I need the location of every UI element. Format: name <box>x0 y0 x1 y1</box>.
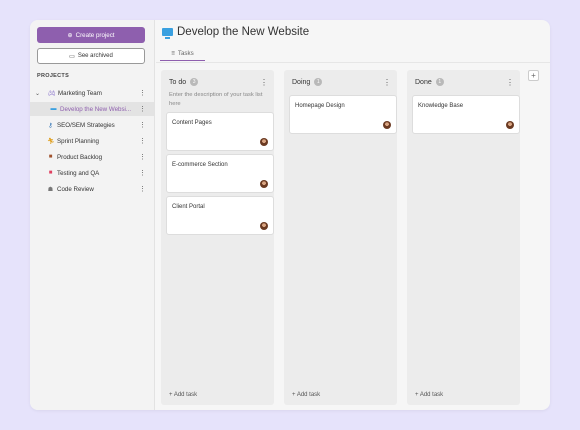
sidebar-item-marketing-team[interactable]: ⌄ 🎮︎ Marketing Team ⋮ <box>30 86 154 100</box>
sidebar-item-label: SEO/SEM Strategies <box>57 121 115 129</box>
robot-icon: ☗ <box>47 186 54 193</box>
kebab-menu-icon[interactable]: ⋮ <box>139 185 146 193</box>
monitor-icon <box>162 28 173 39</box>
sidebar-item-label: Marketing Team <box>58 89 102 97</box>
task-title: E-commerce Section <box>172 162 228 168</box>
kebab-menu-icon[interactable]: ⋮ <box>139 169 146 177</box>
avatar <box>383 121 391 129</box>
column-header: To do 3 <box>169 78 199 86</box>
avatar <box>260 180 268 188</box>
badge-icon: ■ <box>48 170 53 176</box>
kebab-menu-icon[interactable]: ⋮ <box>139 105 146 113</box>
column-header: Doing 1 <box>292 78 323 86</box>
column-header: Done 1 <box>415 78 444 86</box>
sidebar-item-label: Product Backlog <box>57 153 103 161</box>
runner-icon: 🏃︎ <box>47 138 55 145</box>
column-title: To do <box>169 78 187 86</box>
sidebar-item-seo-sem[interactable]: ⚷ SEO/SEM Strategies ⋮ <box>30 118 154 132</box>
column-title: Doing <box>292 78 311 86</box>
task-card[interactable]: E-commerce Section <box>166 154 274 193</box>
task-card[interactable]: Client Portal <box>166 196 274 235</box>
sidebar-item-label: Develop the New Websi... <box>60 105 132 113</box>
page-title: Develop the New Website <box>177 26 310 38</box>
kebab-menu-icon[interactable]: ⋮ <box>139 137 146 145</box>
task-title: Content Pages <box>172 120 212 126</box>
create-project-button[interactable]: ⊕ Create project <box>37 27 145 43</box>
see-archived-button[interactable]: ▭ See archived <box>37 48 145 64</box>
kebab-menu-icon[interactable]: ⋮ <box>139 153 146 161</box>
kebab-menu-icon[interactable]: ⋮ <box>506 78 514 87</box>
list-icon: ≡ <box>171 50 175 57</box>
avatar <box>260 138 268 146</box>
column-todo: To do 3 ⋮ Enter the description of your … <box>161 70 274 405</box>
tab-label: Tasks <box>177 50 194 57</box>
add-task-button[interactable]: + Add task <box>415 392 443 398</box>
app-window: ⊕ Create project ▭ See archived PROJECTS… <box>30 20 550 410</box>
gamepad-icon: 🎮︎ <box>48 90 56 97</box>
sidebar-item-testing-qa[interactable]: ■ Testing and QA ⋮ <box>30 166 154 180</box>
tab-tasks[interactable]: ≡ Tasks <box>160 47 205 61</box>
task-card[interactable]: Homepage Design <box>289 95 397 134</box>
add-task-button[interactable]: + Add task <box>292 392 320 398</box>
create-project-label: Create project <box>75 31 115 39</box>
projects-heading: PROJECTS <box>37 73 70 79</box>
tab-divider <box>156 62 550 63</box>
sidebar-item-label: Code Review <box>57 185 94 193</box>
see-archived-label: See archived <box>77 53 113 59</box>
avatar <box>260 222 268 230</box>
add-column-button[interactable]: + <box>528 70 539 81</box>
column-doing: Doing 1 ⋮ Homepage Design + Add task <box>284 70 397 405</box>
monitor-icon: ▬ <box>50 106 57 112</box>
column-done: Done 1 ⋮ Knowledge Base + Add task <box>407 70 520 405</box>
sidebar-item-develop-website[interactable]: ▬ Develop the New Websi... ⋮ <box>30 102 154 116</box>
column-description[interactable]: Enter the description of your task list … <box>169 91 269 109</box>
sidebar: ⊕ Create project ▭ See archived PROJECTS… <box>30 20 155 410</box>
archive-icon: ▭ <box>69 53 75 60</box>
kebab-menu-icon[interactable]: ⋮ <box>260 78 268 87</box>
task-title: Knowledge Base <box>418 103 464 109</box>
sidebar-item-code-review[interactable]: ☗ Code Review ⋮ <box>30 182 154 196</box>
sidebar-item-label: Testing and QA <box>57 169 100 177</box>
kebab-menu-icon[interactable]: ⋮ <box>139 89 146 97</box>
task-card[interactable]: Knowledge Base <box>412 95 520 134</box>
task-title: Client Portal <box>172 204 205 210</box>
column-title: Done <box>415 78 432 86</box>
box-icon: ■ <box>48 154 53 160</box>
sidebar-item-label: Sprint Planning <box>57 137 99 145</box>
sidebar-item-sprint-planning[interactable]: 🏃︎ Sprint Planning ⋮ <box>30 134 154 148</box>
key-icon: ⚷ <box>48 122 53 129</box>
task-count-badge: 3 <box>190 78 199 86</box>
task-count-badge: 1 <box>314 78 323 86</box>
task-title: Homepage Design <box>295 103 345 109</box>
plus-circle-icon: ⊕ <box>67 31 73 39</box>
kebab-menu-icon[interactable]: ⋮ <box>139 121 146 129</box>
avatar <box>506 121 514 129</box>
sidebar-item-product-backlog[interactable]: ■ Product Backlog ⋮ <box>30 150 154 164</box>
add-task-button[interactable]: + Add task <box>169 392 197 398</box>
task-card[interactable]: Content Pages <box>166 112 274 151</box>
task-count-badge: 1 <box>435 78 444 86</box>
chevron-down-icon[interactable]: ⌄ <box>35 90 40 97</box>
kebab-menu-icon[interactable]: ⋮ <box>383 78 391 87</box>
